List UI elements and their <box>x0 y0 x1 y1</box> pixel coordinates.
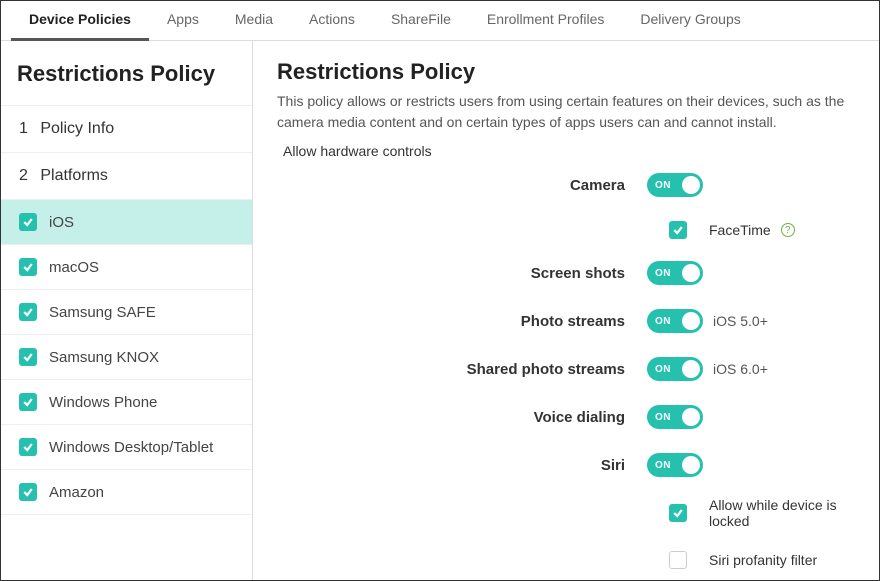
setting-siri-lock: Allow while device is locked <box>669 497 855 529</box>
checkbox-icon[interactable] <box>19 393 37 411</box>
setting-photo-streams: Photo streams ON iOS 5.0+ <box>277 309 855 333</box>
tab-delivery-groups[interactable]: Delivery Groups <box>622 1 758 41</box>
help-icon[interactable]: ? <box>781 223 795 237</box>
platform-label: Windows Phone <box>49 394 157 411</box>
platform-macos[interactable]: macOS <box>1 245 252 290</box>
platform-windows-desktop[interactable]: Windows Desktop/Tablet <box>1 425 252 470</box>
step-num: 2 <box>19 167 28 184</box>
checkbox-icon[interactable] <box>19 258 37 276</box>
checkbox-icon[interactable] <box>19 303 37 321</box>
setting-label: Camera <box>277 177 647 194</box>
platform-label: macOS <box>49 259 99 276</box>
sidebar-title: Restrictions Policy <box>1 41 252 106</box>
platform-list: iOS macOS Samsung SAFE Samsung KNOX Wind… <box>1 200 252 515</box>
sidebar: Restrictions Policy 1 Policy Info 2 Plat… <box>1 41 253 580</box>
platform-label: iOS <box>49 214 74 231</box>
step-label: Platforms <box>40 167 108 184</box>
checkbox-siri-lock[interactable] <box>669 504 687 522</box>
checkbox-icon[interactable] <box>19 483 37 501</box>
page-title: Restrictions Policy <box>277 59 855 85</box>
checkbox-siri-profanity[interactable] <box>669 551 687 569</box>
tab-sharefile[interactable]: ShareFile <box>373 1 469 41</box>
toggle-photo-streams[interactable]: ON <box>647 309 703 333</box>
setting-shared-photo-streams: Shared photo streams ON iOS 6.0+ <box>277 357 855 381</box>
step-platforms[interactable]: 2 Platforms <box>1 153 252 200</box>
setting-screenshots: Screen shots ON <box>277 261 855 285</box>
setting-label: Photo streams <box>277 313 647 330</box>
setting-label: Voice dialing <box>277 409 647 426</box>
setting-camera: Camera ON <box>277 173 855 197</box>
section-hardware-controls: Allow hardware controls <box>283 143 855 159</box>
checkbox-facetime[interactable] <box>669 221 687 239</box>
platform-samsung-knox[interactable]: Samsung KNOX <box>1 335 252 380</box>
setting-siri-profanity: Siri profanity filter <box>669 551 855 569</box>
top-nav: Device Policies Apps Media Actions Share… <box>1 1 879 41</box>
page-description: This policy allows or restricts users fr… <box>277 91 855 133</box>
checkbox-icon[interactable] <box>19 438 37 456</box>
setting-label: Allow while device is locked <box>709 497 855 529</box>
platform-amazon[interactable]: Amazon <box>1 470 252 515</box>
settings-list: Camera ON FaceTime ? Screen shots ON Pho… <box>277 173 855 580</box>
setting-label: Screen shots <box>277 265 647 282</box>
toggle-voice-dialing[interactable]: ON <box>647 405 703 429</box>
platform-label: Amazon <box>49 484 104 501</box>
setting-label: Shared photo streams <box>277 361 647 378</box>
step-num: 1 <box>19 120 28 137</box>
step-policy-info[interactable]: 1 Policy Info <box>1 106 252 153</box>
setting-meta: iOS 5.0+ <box>713 313 768 329</box>
setting-facetime: FaceTime ? <box>669 221 855 239</box>
setting-label: Siri profanity filter <box>709 552 817 568</box>
toggle-shared-photo-streams[interactable]: ON <box>647 357 703 381</box>
platform-label: Samsung SAFE <box>49 304 156 321</box>
tab-device-policies[interactable]: Device Policies <box>11 1 149 41</box>
toggle-camera[interactable]: ON <box>647 173 703 197</box>
platform-ios[interactable]: iOS <box>1 200 252 245</box>
platform-label: Samsung KNOX <box>49 349 159 366</box>
step-label: Policy Info <box>40 120 114 137</box>
setting-label: Siri <box>277 457 647 474</box>
toggle-siri[interactable]: ON <box>647 453 703 477</box>
setting-siri: Siri ON <box>277 453 855 477</box>
tab-apps[interactable]: Apps <box>149 1 217 41</box>
setting-voice-dialing: Voice dialing ON <box>277 405 855 429</box>
checkbox-icon[interactable] <box>19 213 37 231</box>
toggle-screenshots[interactable]: ON <box>647 261 703 285</box>
main-panel: Restrictions Policy This policy allows o… <box>253 41 879 580</box>
platform-label: Windows Desktop/Tablet <box>49 439 213 456</box>
platform-samsung-safe[interactable]: Samsung SAFE <box>1 290 252 335</box>
tab-actions[interactable]: Actions <box>291 1 373 41</box>
setting-meta: iOS 6.0+ <box>713 361 768 377</box>
checkbox-icon[interactable] <box>19 348 37 366</box>
tab-enrollment-profiles[interactable]: Enrollment Profiles <box>469 1 623 41</box>
tab-media[interactable]: Media <box>217 1 291 41</box>
platform-windows-phone[interactable]: Windows Phone <box>1 380 252 425</box>
setting-label: FaceTime <box>709 222 771 238</box>
